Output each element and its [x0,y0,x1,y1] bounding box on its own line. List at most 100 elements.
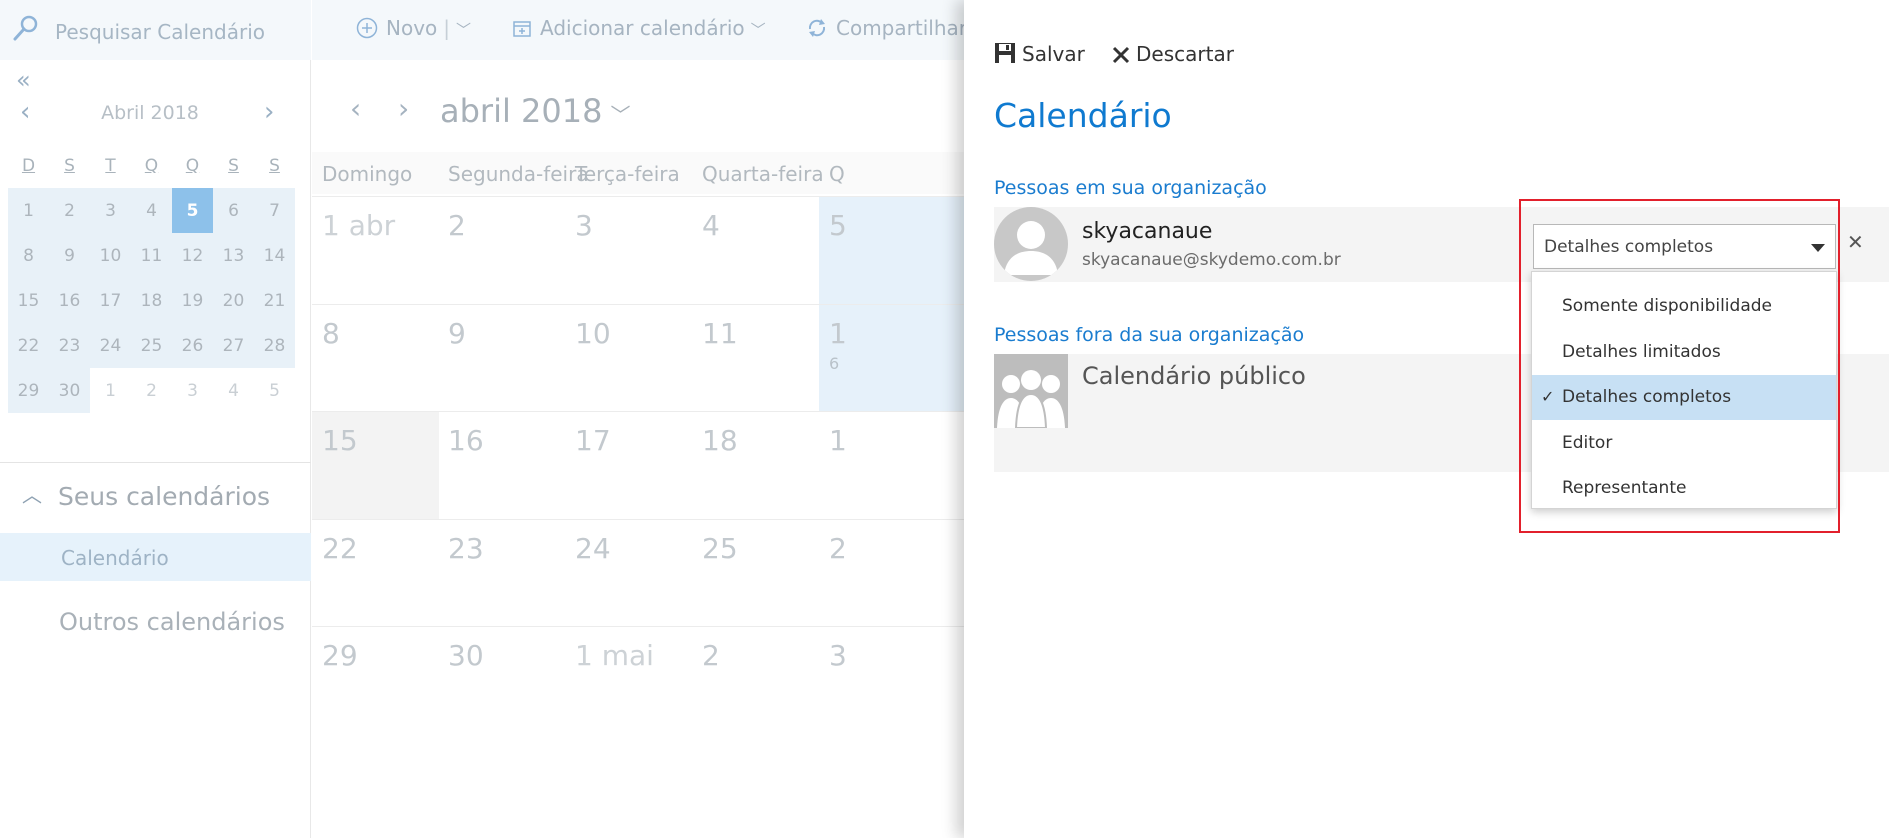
share-button[interactable]: Compartilhar [806,16,967,40]
avatar [994,207,1068,281]
mini-day[interactable]: 30 [49,368,90,413]
section-outside-org: Pessoas fora da sua organização [994,324,1305,346]
day-cell[interactable]: 1 mai [565,627,692,734]
other-calendars-header[interactable]: Outros calendários [59,608,285,636]
mini-day[interactable]: 25 [131,323,172,368]
day-cell[interactable]: 16 [819,304,964,412]
mini-day[interactable]: 23 [49,323,90,368]
group-icon [994,354,1068,429]
weekday-label: Segunda-feira [448,162,589,186]
mini-day[interactable]: 5 [254,368,295,413]
day-cell[interactable]: 2 [438,197,565,304]
mini-day[interactable]: 28 [254,323,295,368]
mini-prev-month-icon[interactable]: ‹ [20,98,30,126]
mini-day[interactable]: 27 [213,323,254,368]
day-cell[interactable]: 23 [438,520,565,627]
mini-day[interactable]: 13 [213,233,254,278]
mini-day[interactable]: 14 [254,233,295,278]
mini-day[interactable]: 2 [131,368,172,413]
day-cell[interactable]: 5 [819,197,964,304]
mini-day[interactable]: 16 [49,278,90,323]
day-cell[interactable]: 18 [692,412,819,519]
day-cell[interactable]: 3 [819,627,964,734]
chevron-down-icon[interactable]: ﹀ [456,21,471,39]
prev-month-icon[interactable]: ‹ [350,92,361,125]
mini-day[interactable]: 2 [49,188,90,233]
day-number: 11 [702,316,738,350]
mini-day[interactable]: 17 [90,278,131,323]
day-cell[interactable]: 8 [312,305,439,412]
mini-day[interactable]: 6 [213,188,254,233]
day-cell[interactable]: 25 [692,520,819,627]
new-button-label: Novo [386,16,438,40]
day-number: 2 [829,531,847,565]
mini-day[interactable]: 22 [8,323,49,368]
mini-day[interactable]: 26 [172,323,213,368]
add-calendar-button[interactable]: Adicionar calendário ﹀ [512,16,766,40]
day-cell[interactable]: 22 [312,520,439,627]
search-input[interactable]: Pesquisar Calendário [55,20,265,44]
next-month-icon[interactable]: › [398,92,409,125]
remove-person-icon[interactable]: ✕ [1847,230,1864,254]
mini-calendar-weekdays: DSTQQSS [8,156,294,176]
day-cell[interactable]: 16 [438,412,565,519]
mini-day[interactable]: 5 [172,188,213,233]
day-number: 1 abr [322,209,396,242]
day-cell[interactable]: 1 abr [312,197,439,304]
mini-day[interactable]: 12 [172,233,213,278]
public-calendar-label: Calendário público [1082,362,1306,390]
day-cell[interactable]: 2 [819,520,964,627]
sidebar-item-calendar[interactable]: Calendário [0,533,311,581]
day-cell[interactable]: 4 [692,197,819,304]
day-cell[interactable]: 17 [565,412,692,519]
panel-title: Calendário [994,96,1172,135]
search-box[interactable]: Pesquisar Calendário [0,0,311,60]
mini-day[interactable]: 9 [49,233,90,278]
mini-day[interactable]: 10 [90,233,131,278]
month-title[interactable]: abril 2018 ﹀ [440,92,630,130]
mini-day[interactable]: 7 [254,188,295,233]
discard-button[interactable]: Descartar [1112,42,1234,66]
mini-day[interactable]: 11 [131,233,172,278]
day-number: 1 mai [575,639,654,672]
mini-day[interactable]: 8 [8,233,49,278]
week-row: 8 9 10 11 1 6 [312,303,964,412]
your-calendars-label: Seus calendários [58,482,271,511]
day-cell[interactable]: 29 [312,627,439,734]
mini-day[interactable]: 1 [8,188,49,233]
day-cell[interactable]: 10 [565,305,692,412]
collapse-sidebar-icon[interactable]: « [16,68,31,92]
mini-calendar-title[interactable]: Abril 2018 [60,102,240,124]
mini-weekday: S [269,156,280,176]
mini-day[interactable]: 4 [131,188,172,233]
day-cell[interactable]: 15 [312,412,439,519]
section-inside-org: Pessoas em sua organização [994,177,1267,199]
mini-day[interactable]: 18 [131,278,172,323]
mini-day[interactable]: 3 [90,188,131,233]
new-button[interactable]: Novo | ﹀ [356,16,471,40]
day-cell[interactable]: 11 [692,305,819,412]
mini-day[interactable]: 29 [8,368,49,413]
day-cell[interactable]: 3 [565,197,692,304]
day-number: 9 [448,316,466,350]
your-calendars-header[interactable]: ︿ Seus calendários [22,482,270,511]
mini-day[interactable]: 19 [172,278,213,323]
weekday-label: Domingo [322,162,413,186]
day-cell[interactable]: 9 [438,305,565,412]
month-grid: 1 abr 2 3 4 5 8 9 10 11 1 6 15 16 17 18 1 22 23 24 25 2 29 30 1… [312,196,964,838]
mini-day[interactable]: 15 [8,278,49,323]
save-button[interactable]: Salvar [994,42,1085,66]
day-number: 1 [829,424,847,457]
day-cell[interactable]: 2 [692,627,819,734]
mini-day[interactable]: 20 [213,278,254,323]
mini-next-month-icon[interactable]: › [264,98,274,126]
mini-day[interactable]: 3 [172,368,213,413]
day-cell[interactable]: 24 [565,520,692,627]
mini-day[interactable]: 24 [90,323,131,368]
day-cell[interactable]: 1 [819,412,964,519]
day-cell[interactable]: 30 [438,627,565,734]
day-number: 4 [702,209,720,242]
mini-day[interactable]: 1 [90,368,131,413]
mini-day[interactable]: 4 [213,368,254,413]
mini-day[interactable]: 21 [254,278,295,323]
